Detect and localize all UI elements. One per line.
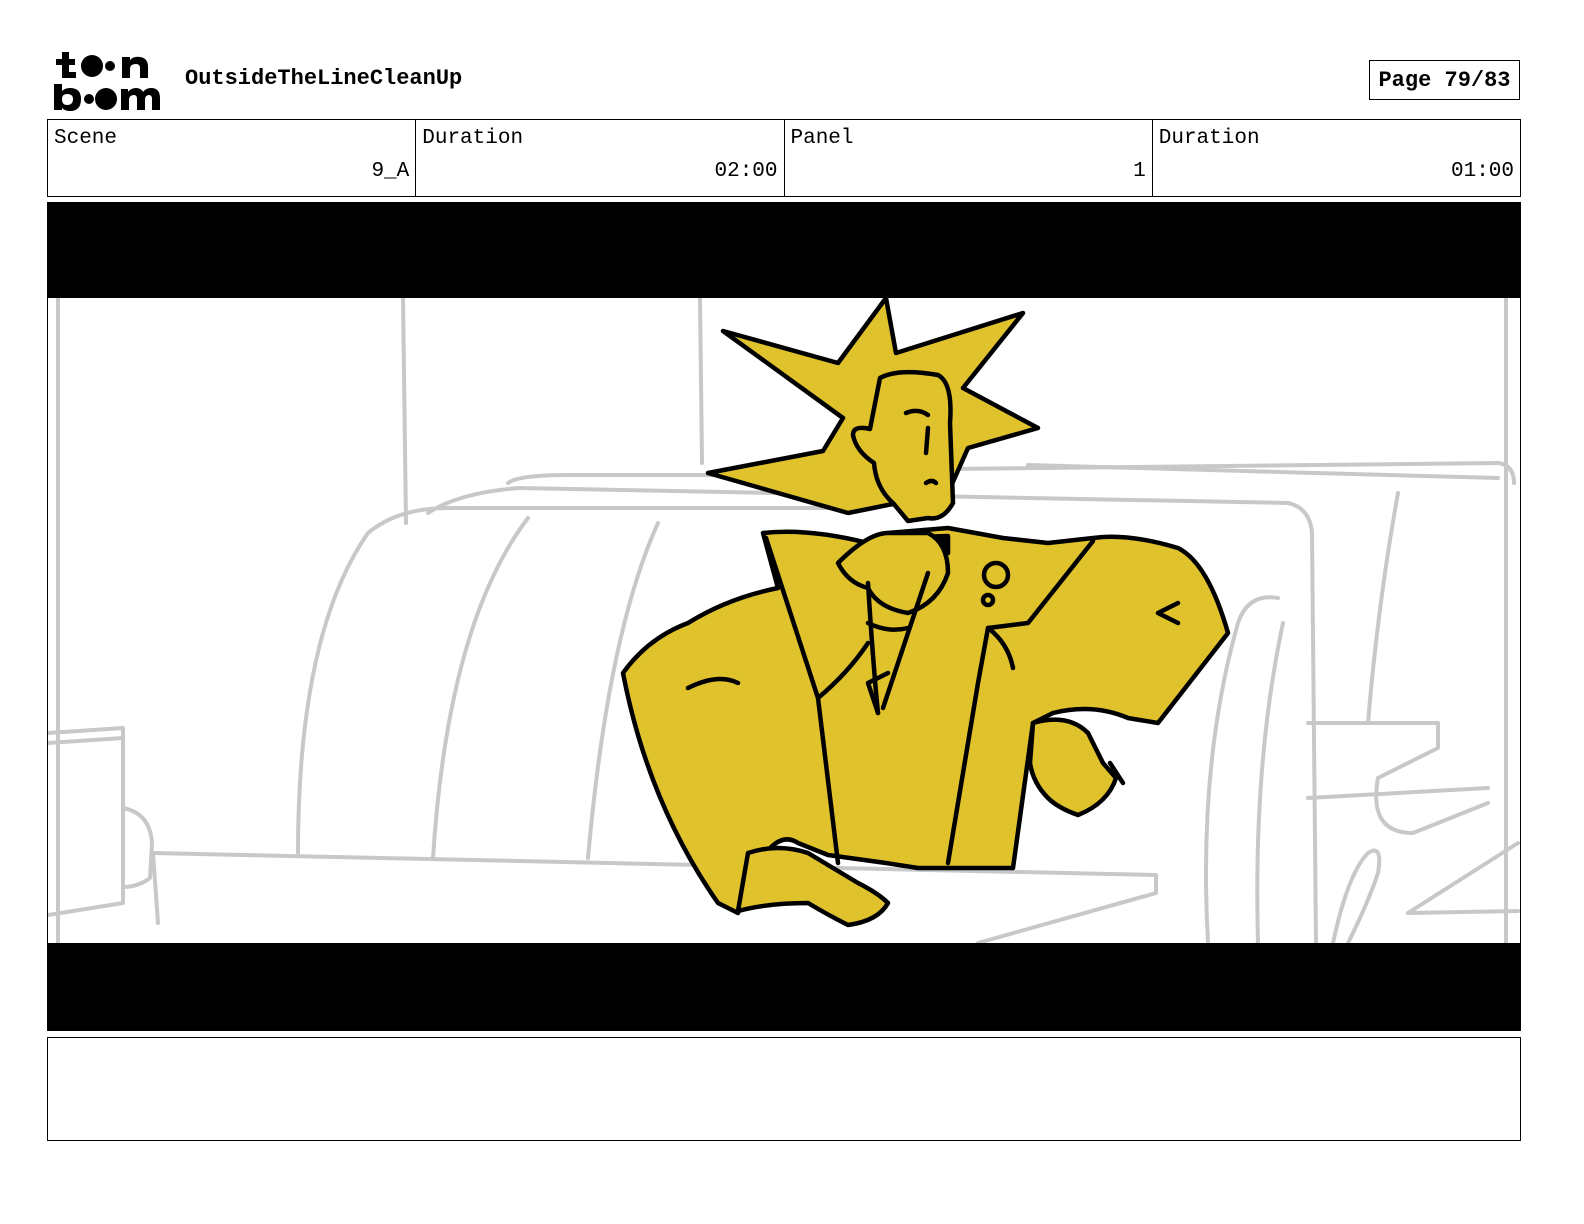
scene-value: 9_A: [371, 160, 410, 183]
panel-artwork: [48, 203, 1520, 1030]
panel-cell: Panel 1: [785, 120, 1153, 196]
panel-duration-cell: Duration 01:00: [1153, 120, 1520, 196]
letterbox-top: [48, 203, 1520, 298]
storyboard-panel: [47, 202, 1521, 1031]
scene-label: Scene: [54, 127, 118, 150]
panel-notes-box: [47, 1037, 1521, 1141]
panel-duration-value: 01:00: [1450, 160, 1514, 183]
scene-cell: Scene 9_A: [48, 120, 417, 196]
panel-label: Panel: [790, 127, 854, 150]
scene-duration-value: 02:00: [714, 160, 778, 183]
panel-duration-label: Duration: [1158, 127, 1260, 150]
logo-top-row: [56, 52, 148, 78]
panel-value: 1: [1133, 160, 1146, 183]
scene-duration-cell: Duration 02:00: [416, 120, 785, 196]
scene-duration-label: Duration: [422, 127, 524, 150]
scene-info-table: Scene 9_A Duration 02:00 Panel 1 Duratio…: [47, 119, 1521, 197]
project-title: OutsideTheLineCleanUp: [185, 66, 463, 91]
letterbox-bottom: [48, 943, 1520, 1030]
page-indicator: Page 79/83: [1369, 60, 1520, 100]
logo-bottom-row: [54, 84, 160, 111]
toon-boom-logo: [54, 52, 160, 111]
